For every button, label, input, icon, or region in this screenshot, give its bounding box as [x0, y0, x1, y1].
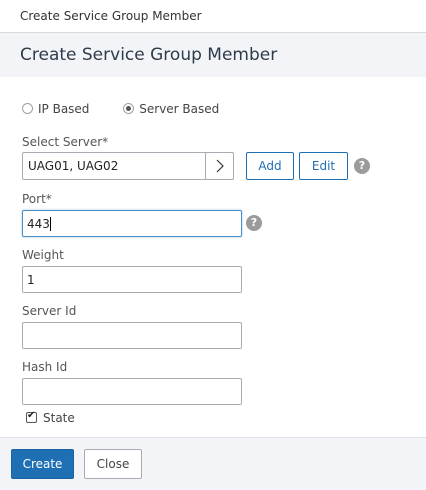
- state-checkbox[interactable]: ✔: [26, 410, 37, 423]
- hash-id-input[interactable]: [22, 378, 242, 405]
- close-button[interactable]: Close: [84, 449, 142, 479]
- server-type-radio-group: IP Based Server Based: [22, 102, 249, 116]
- weight-label: Weight: [22, 248, 64, 262]
- port-help-icon[interactable]: ?: [246, 215, 262, 231]
- server-id-input[interactable]: [22, 322, 242, 349]
- state-option[interactable]: ✔ State: [26, 410, 75, 425]
- edit-server-button[interactable]: Edit: [299, 152, 348, 180]
- page-title: Create Service Group Member: [0, 33, 426, 77]
- select-server-field[interactable]: UAG01, UAG02: [22, 152, 234, 180]
- checkmark-icon: ✔: [27, 410, 36, 421]
- select-server-label: Select Server*: [22, 135, 109, 149]
- ip-based-label: IP Based: [38, 102, 90, 116]
- window-title: Create Service Group Member: [0, 0, 426, 33]
- ip-based-option[interactable]: IP Based: [22, 102, 123, 116]
- chevron-right-icon: [216, 159, 224, 173]
- server-based-option[interactable]: Server Based: [123, 102, 249, 116]
- server-based-label: Server Based: [139, 102, 220, 116]
- port-input[interactable]: 443: [22, 210, 242, 237]
- select-server-button[interactable]: [205, 152, 234, 180]
- hash-id-label: Hash Id: [22, 360, 68, 374]
- server-id-label: Server Id: [22, 304, 77, 318]
- weight-input[interactable]: 1: [22, 266, 242, 293]
- select-server-help-icon[interactable]: ?: [354, 158, 370, 174]
- state-label: State: [43, 411, 75, 425]
- server-based-radio[interactable]: [123, 103, 135, 114]
- dialog-footer: Create Close: [0, 437, 426, 490]
- port-value: 443: [27, 217, 50, 231]
- add-server-button[interactable]: Add: [246, 152, 294, 180]
- ip-based-radio[interactable]: [22, 103, 33, 114]
- text-caret: [49, 217, 51, 231]
- port-label: Port*: [22, 192, 52, 206]
- create-button[interactable]: Create: [11, 449, 74, 479]
